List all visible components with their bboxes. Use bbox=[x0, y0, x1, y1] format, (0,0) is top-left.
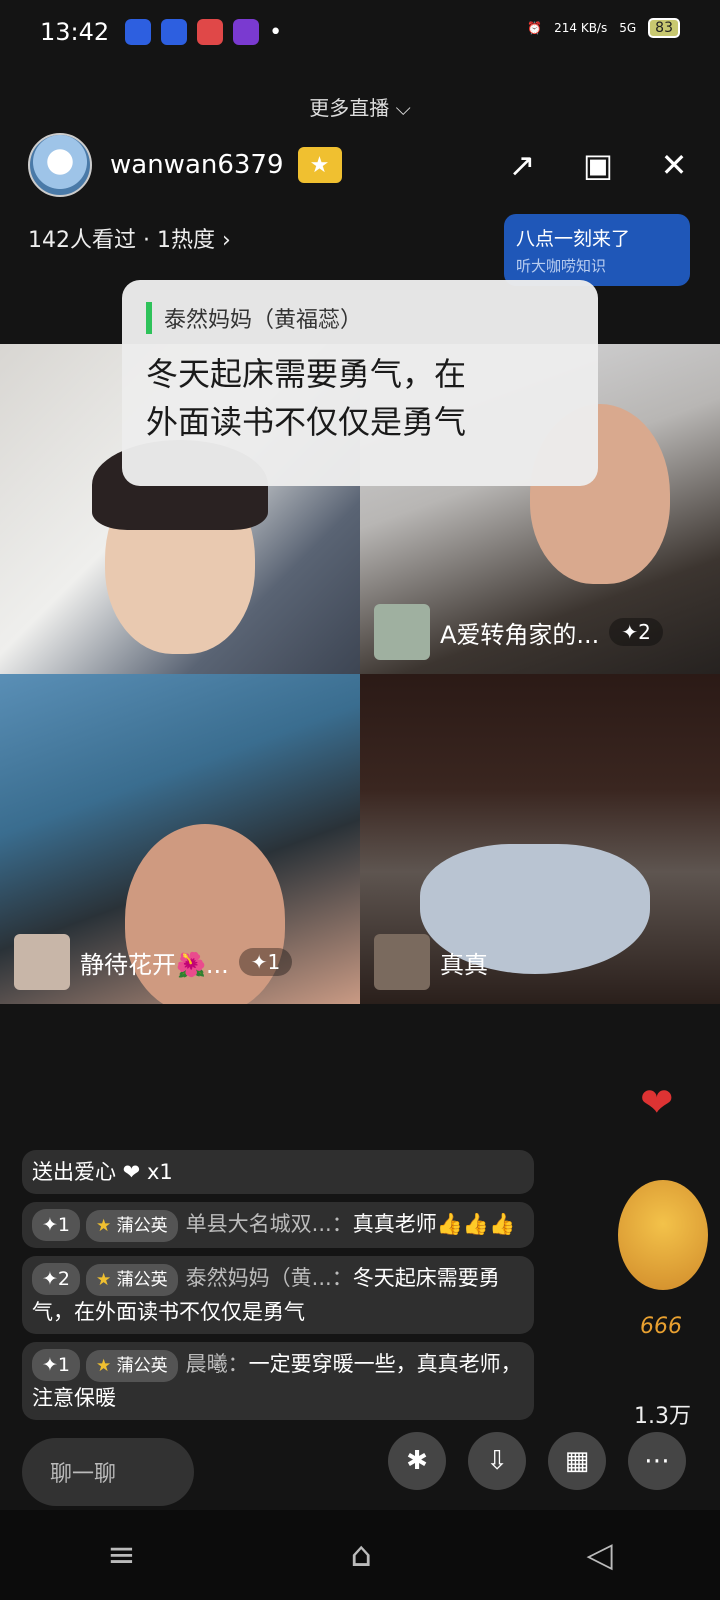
download-icon[interactable]: ⇩ bbox=[468, 1432, 526, 1490]
host-name[interactable]: wanwan6379 bbox=[110, 150, 284, 180]
thumbs-up-sticker-icon bbox=[618, 1180, 708, 1290]
status-right: ⏰ 214 KB/s 5G 83 bbox=[527, 18, 680, 38]
fan-badge-label: 蒲公英 bbox=[116, 1356, 168, 1376]
fan-badge-label: 蒲公英 bbox=[116, 1216, 168, 1236]
viewer-count[interactable]: 142人看过 · 1热度 › bbox=[28, 222, 231, 254]
tile-label: 静待花开🌺... ✦1 bbox=[14, 934, 293, 990]
level-badge: ✦1 bbox=[32, 1349, 81, 1381]
quote-card: 泰然妈妈（黄福蕊） 冬天起床需要勇气，在 外面读书不仅仅是勇气 bbox=[122, 280, 598, 486]
guest-count: ✦1 bbox=[238, 948, 293, 976]
home-icon[interactable]: ⌂ bbox=[350, 1535, 372, 1575]
guest-name: A爱转角家的... bbox=[440, 620, 600, 649]
baidu-app-icon bbox=[125, 19, 152, 45]
guest-name: 真真 bbox=[440, 950, 488, 979]
promo-title: 八点一刻来了 bbox=[516, 228, 631, 250]
top-actions: ↗ ▣ ✕ bbox=[504, 146, 692, 184]
chat-list: 送出爱心 ❤ x1 ✦1 ★ 蒲公英 单县大名城双...：真真老师👍👍👍 ✦2 ★ 蒲… bbox=[22, 1150, 534, 1428]
chat-message: ✦2 ★ 蒲公英 泰然妈妈（黄...：冬天起床需要勇气，在外面读书不仅仅是勇气 bbox=[22, 1256, 534, 1334]
heart-icon[interactable]: ❤ bbox=[640, 1080, 674, 1126]
baidu-app-icon-2 bbox=[161, 19, 188, 45]
fan-badge: ★ 蒲公英 bbox=[86, 1210, 178, 1242]
chat-input[interactable]: 聊一聊 bbox=[22, 1438, 194, 1506]
menu-icon[interactable]: ≡ bbox=[107, 1535, 136, 1575]
quote-line-2: 外面读书不仅仅是勇气 bbox=[146, 403, 467, 441]
dot-icon: • bbox=[269, 19, 283, 45]
quote-line-1: 冬天起床需要勇气，在 bbox=[146, 355, 467, 393]
tile-label: 真真 bbox=[374, 934, 488, 990]
chat-message: ✦1 ★ 蒲公英 晨曦：一定要穿暖一些，真真老师，注意保暖 bbox=[22, 1342, 534, 1420]
level-badge: ✦2 bbox=[32, 1263, 81, 1295]
bottom-actions: ✱ ⇩ ▦ ⋯ bbox=[388, 1432, 686, 1490]
chat-text: 真真老师👍👍👍 bbox=[352, 1212, 516, 1236]
guest-avatar bbox=[14, 934, 70, 990]
guest-avatar bbox=[374, 934, 430, 990]
chat-user[interactable]: 泰然妈妈（黄...： bbox=[186, 1266, 353, 1290]
chat-user[interactable]: 单县大名城双...： bbox=[186, 1212, 353, 1236]
music-app-icon bbox=[197, 19, 224, 45]
video-tile-3[interactable]: 静待花开🌺... ✦1 bbox=[0, 674, 360, 1004]
share-icon[interactable]: ↗ bbox=[504, 146, 540, 184]
battery-icon: 83 bbox=[648, 18, 680, 38]
more-gift-icon[interactable]: ⋯ bbox=[628, 1432, 686, 1490]
chat-message: ✦1 ★ 蒲公英 单县大名城双...：真真老师👍👍👍 bbox=[22, 1202, 534, 1248]
guest-avatar bbox=[374, 604, 430, 660]
back-icon[interactable]: ◁ bbox=[587, 1535, 613, 1575]
star-icon: ★ bbox=[96, 1356, 112, 1376]
tile-label: A爱转角家的... ✦2 bbox=[374, 604, 663, 660]
chat-user[interactable]: 晨曦： bbox=[186, 1352, 249, 1376]
close-icon[interactable]: ✕ bbox=[656, 146, 692, 184]
promo-subtitle: 听大咖唠知识 bbox=[516, 257, 607, 275]
promo-banner[interactable]: 八点一刻来了 听大咖唠知识 bbox=[504, 214, 690, 286]
quote-author: 泰然妈妈（黄福蕊） bbox=[146, 302, 574, 334]
network-type: 5G bbox=[619, 21, 637, 35]
level-badge: ✦1 bbox=[32, 1209, 81, 1241]
sticker-text: 666 bbox=[640, 1314, 682, 1339]
apps-grid-icon[interactable]: ▦ bbox=[548, 1432, 606, 1490]
fan-badge: ★ 蒲公英 bbox=[86, 1350, 178, 1382]
host-row: wanwan6379 ★ ↗ ▣ ✕ bbox=[28, 130, 692, 200]
star-icon: ★ bbox=[96, 1216, 112, 1236]
quote-text: 冬天起床需要勇气，在 外面读书不仅仅是勇气 bbox=[146, 350, 574, 446]
status-bar: 13:42 • ⏰ 214 KB/s 5G 83 bbox=[0, 0, 720, 64]
app-icon bbox=[233, 19, 260, 45]
chat-message: 送出爱心 ❤ x1 bbox=[22, 1150, 534, 1194]
status-time: 13:42 bbox=[40, 18, 110, 46]
star-icon: ★ bbox=[96, 1270, 112, 1290]
guest-count: ✦2 bbox=[609, 618, 663, 646]
like-count: 1.3万 bbox=[634, 1404, 691, 1429]
fan-badge-label: 蒲公英 bbox=[116, 1270, 168, 1290]
link-mic-icon[interactable]: ✱ bbox=[388, 1432, 446, 1490]
guest-name: 静待花开🌺... bbox=[80, 950, 229, 979]
host-avatar[interactable] bbox=[28, 133, 92, 197]
video-tile-4[interactable]: 真真 bbox=[360, 674, 720, 1004]
more-live-button[interactable]: 更多直播 ⌵ bbox=[0, 92, 720, 121]
mini-window-icon[interactable]: ▣ bbox=[580, 146, 616, 184]
chat-text: 送出爱心 ❤ x1 bbox=[32, 1160, 173, 1184]
fan-badge: ★ 蒲公英 bbox=[86, 1264, 178, 1296]
system-nav-bar: ≡ ⌂ ◁ bbox=[0, 1510, 720, 1600]
alarm-icon: ⏰ bbox=[527, 21, 543, 35]
net-speed: 214 KB/s bbox=[554, 21, 608, 35]
star-badge-icon: ★ bbox=[297, 147, 342, 183]
